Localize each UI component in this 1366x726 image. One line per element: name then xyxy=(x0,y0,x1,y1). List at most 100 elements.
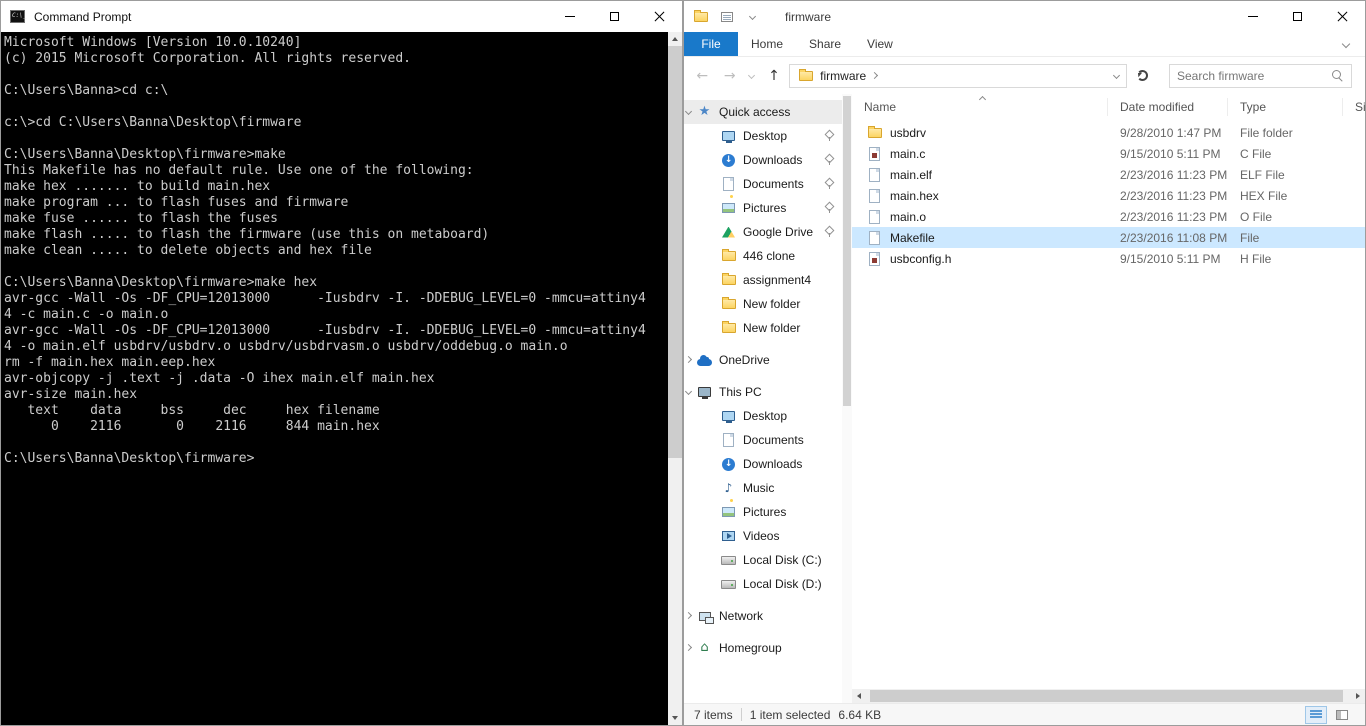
sidebar-item-onedrive[interactable]: OneDrive xyxy=(684,348,842,372)
file-type: File folder xyxy=(1240,125,1293,140)
search-input[interactable] xyxy=(1176,68,1332,83)
sidebar-item-downloads-pinned[interactable]: ↓ Downloads xyxy=(684,148,842,172)
tab-file[interactable]: File xyxy=(684,32,738,56)
explorer-titlebar[interactable]: firmware xyxy=(684,1,1365,32)
cmd-app-icon[interactable] xyxy=(9,9,26,25)
explorer-minimize-button[interactable] xyxy=(1230,1,1275,32)
sidebar-item-label: Local Disk (C:) xyxy=(743,553,822,567)
navpane-scrollbar[interactable] xyxy=(842,94,852,703)
expand-chevron-icon[interactable] xyxy=(684,107,693,116)
scroll-up-arrow-icon[interactable] xyxy=(668,32,682,46)
sidebar-item-label: Music xyxy=(743,481,775,495)
status-separator xyxy=(740,708,742,721)
file-row[interactable]: usbconfig.h 9/15/2010 5:11 PM H File xyxy=(852,248,1365,269)
music-icon: ♪ xyxy=(724,481,733,495)
qat-customize-chevron-icon[interactable] xyxy=(744,9,761,25)
scroll-right-arrow-icon[interactable] xyxy=(1351,689,1365,703)
breadcrumb-chevron-icon[interactable] xyxy=(871,71,879,80)
expand-chevron-icon[interactable] xyxy=(684,387,693,396)
tab-home[interactable]: Home xyxy=(738,32,796,56)
recent-locations-chevron-icon[interactable] xyxy=(745,63,759,88)
file-row[interactable]: Makefile 2/23/2016 11:08 PM File xyxy=(852,227,1365,248)
refresh-button[interactable] xyxy=(1130,63,1154,88)
sidebar-item-this-pc[interactable]: This PC xyxy=(684,380,842,404)
sidebar-item-new-folder-1[interactable]: New folder xyxy=(684,292,842,316)
forward-button[interactable]: → xyxy=(717,63,741,88)
file-row[interactable]: main.hex 2/23/2016 11:23 PM HEX File xyxy=(852,185,1365,206)
properties-icon[interactable] xyxy=(718,9,735,25)
filelist-horizontal-scrollbar[interactable] xyxy=(852,689,1365,703)
refresh-icon xyxy=(1137,70,1149,81)
horizontal-scroll-track[interactable] xyxy=(866,689,1351,703)
address-dropdown-chevron-icon[interactable] xyxy=(1113,71,1121,80)
sidebar-item-new-folder-2[interactable]: New folder xyxy=(684,316,842,340)
terminal[interactable]: Microsoft Windows [Version 10.0.10240] (… xyxy=(1,32,682,725)
file-date: 2/23/2016 11:23 PM xyxy=(1120,167,1228,182)
sidebar-item-assignment4[interactable]: assignment4 xyxy=(684,268,842,292)
thumbnails-view-button[interactable] xyxy=(1331,706,1353,724)
up-button[interactable]: ↑ xyxy=(762,63,786,88)
sidebar-item-desktop-pinned[interactable]: Desktop xyxy=(684,124,842,148)
cmd-titlebar[interactable]: Command Prompt xyxy=(1,1,682,32)
sidebar-item-label: Pictures xyxy=(743,201,787,215)
sidebar-item-documents-pinned[interactable]: Documents xyxy=(684,172,842,196)
sidebar-item-pc-desktop[interactable]: Desktop xyxy=(684,404,842,428)
explorer-maximize-button[interactable] xyxy=(1275,1,1320,32)
file-row[interactable]: usbdrv 9/28/2010 1:47 PM File folder xyxy=(852,122,1365,143)
videos-icon xyxy=(720,528,737,544)
sidebar-item-pc-videos[interactable]: Videos xyxy=(684,524,842,548)
back-button[interactable]: ← xyxy=(690,63,714,88)
terminal-scrollbar[interactable] xyxy=(668,32,682,725)
desktop: Command Prompt Microsoft Windows [Versio… xyxy=(0,0,1366,726)
sidebar-item-local-disk-d[interactable]: Local Disk (D:) xyxy=(684,572,842,596)
expand-chevron-icon[interactable] xyxy=(684,355,693,364)
tab-view[interactable]: View xyxy=(854,32,906,56)
sidebar-item-quick-access[interactable]: ★ Quick access xyxy=(684,100,842,124)
navpane-scroll-thumb[interactable] xyxy=(843,96,851,406)
file-row[interactable]: main.o 2/23/2016 11:23 PM O File xyxy=(852,206,1365,227)
sidebar-item-446-clone[interactable]: 446 clone xyxy=(684,244,842,268)
explorer-close-button[interactable] xyxy=(1320,1,1365,32)
sidebar-item-label: Google Drive xyxy=(743,225,814,239)
column-header-date-modified[interactable]: Date modified xyxy=(1108,98,1228,116)
breadcrumb[interactable]: firmware xyxy=(820,69,866,83)
scroll-left-arrow-icon[interactable] xyxy=(852,689,866,703)
cmd-close-button[interactable] xyxy=(637,1,682,32)
horizontal-scroll-thumb[interactable] xyxy=(870,690,1343,702)
column-header-size[interactable]: Size xyxy=(1343,98,1365,116)
file-date: 2/23/2016 11:08 PM xyxy=(1120,230,1228,245)
search-box[interactable] xyxy=(1168,63,1352,88)
explorer-app-icon[interactable] xyxy=(692,9,709,25)
file-name-cell: main.elf xyxy=(852,167,1108,183)
expand-chevron-icon[interactable] xyxy=(684,611,693,620)
file-name: main.o xyxy=(890,209,927,224)
pin-icon xyxy=(824,178,834,190)
file-row[interactable]: main.elf 2/23/2016 11:23 PM ELF File xyxy=(852,164,1365,185)
expand-chevron-icon[interactable] xyxy=(684,643,693,652)
pictures-icon xyxy=(720,200,737,216)
column-header-type[interactable]: Type xyxy=(1228,98,1343,116)
terminal-scroll-thumb[interactable] xyxy=(668,46,682,459)
sidebar-item-local-disk-c[interactable]: Local Disk (C:) xyxy=(684,548,842,572)
sidebar-item-pc-downloads[interactable]: ↓ Downloads xyxy=(684,452,842,476)
expand-ribbon-chevron-icon[interactable] xyxy=(1341,39,1351,49)
cmd-minimize-button[interactable] xyxy=(547,1,592,32)
sidebar-item-google-drive[interactable]: Google Drive xyxy=(684,220,842,244)
file-name-cell: usbdrv xyxy=(852,125,1108,141)
cmd-maximize-button[interactable] xyxy=(592,1,637,32)
sidebar-item-label: Homegroup xyxy=(719,641,782,655)
sidebar-item-pc-music[interactable]: ♪ Music xyxy=(684,476,842,500)
downloads-icon: ↓ xyxy=(720,456,737,472)
address-bar: ← → ↑ firmware xyxy=(684,57,1365,94)
terminal-scroll-track[interactable] xyxy=(668,46,682,711)
sidebar-item-network[interactable]: Network xyxy=(684,604,842,628)
address-box[interactable]: firmware xyxy=(789,63,1128,88)
sidebar-item-pc-pictures[interactable]: Pictures xyxy=(684,500,842,524)
sidebar-item-pictures-pinned[interactable]: Pictures xyxy=(684,196,842,220)
tab-share[interactable]: Share xyxy=(796,32,854,56)
sidebar-item-homegroup[interactable]: ⌂ Homegroup xyxy=(684,636,842,660)
sidebar-item-pc-documents[interactable]: Documents xyxy=(684,428,842,452)
details-view-button[interactable] xyxy=(1305,705,1327,724)
file-row[interactable]: main.c 9/15/2010 5:11 PM C File xyxy=(852,143,1365,164)
scroll-down-arrow-icon[interactable] xyxy=(668,711,682,725)
